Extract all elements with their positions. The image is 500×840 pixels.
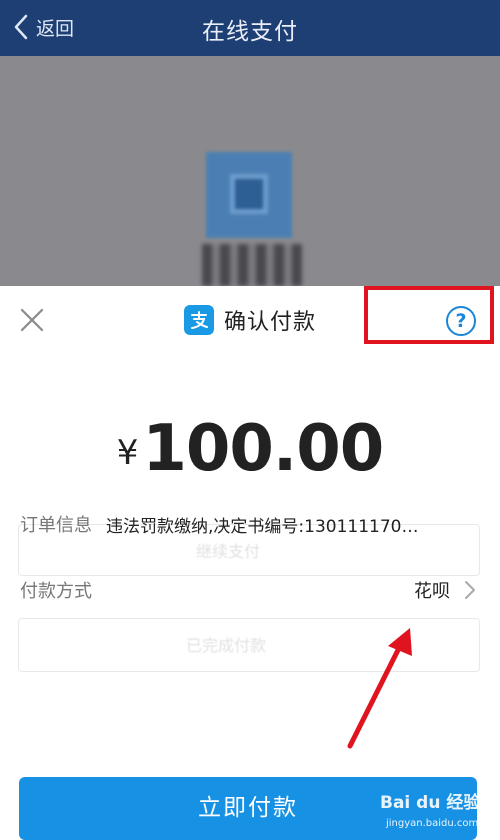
- currency-symbol: ¥: [116, 433, 139, 473]
- top-nav-bar: 返回 在线支付: [0, 0, 500, 56]
- alipay-logo-icon: [183, 305, 214, 335]
- amount-value: 100.00: [142, 412, 384, 486]
- payment-method-row[interactable]: 付款方式 花呗: [20, 570, 480, 610]
- order-info-label: 订单信息: [20, 515, 92, 536]
- chevron-right-icon: [465, 581, 475, 599]
- watermark-brand: Bai du 经验: [380, 793, 481, 813]
- red-arrow-annotation-icon: [347, 628, 412, 749]
- blurred-logo-image: [206, 152, 292, 238]
- page-title: 在线支付: [202, 19, 298, 45]
- order-info-value: 违法罚款缴纳,决定书编号:130111170…: [106, 516, 419, 537]
- watermark-url: jingyan.baidu.com: [386, 818, 479, 829]
- payment-amount: ¥100.00: [0, 412, 500, 486]
- sheet-title: 确认付款: [223, 310, 316, 335]
- payment-method-selector[interactable]: 花呗: [414, 570, 476, 610]
- blurred-logo-text: [202, 244, 302, 286]
- red-highlight-box: [364, 286, 494, 344]
- baidu-jingyan-watermark: Bai du 经验 jingyan.baidu.com: [380, 784, 498, 836]
- payment-method-label: 付款方式: [20, 581, 92, 602]
- ghost-done-pay-text: 已完成付款: [186, 636, 267, 655]
- confirm-payment-sheet: 确认付款 ? 继续支付 已完成付款 ¥100.00 订单信息 违法罚款缴纳,决定…: [0, 286, 500, 840]
- dimmed-background-page: [0, 56, 500, 286]
- payment-method-value: 花呗: [414, 581, 450, 602]
- order-info-row: 订单信息 违法罚款缴纳,决定书编号:130111170…: [20, 504, 480, 544]
